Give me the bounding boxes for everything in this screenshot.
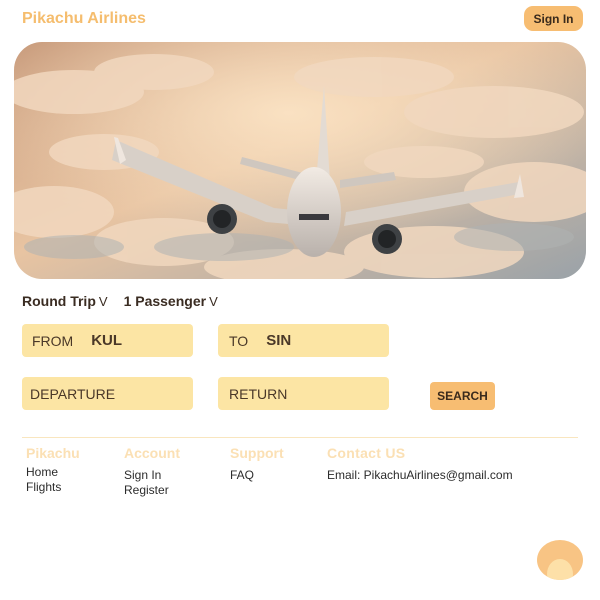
fab-mound [547, 559, 573, 580]
from-field[interactable]: FROM KUL [22, 324, 193, 357]
passenger-dropdown[interactable]: 1 Passenger V [124, 293, 218, 309]
footer-column-account: Account Sign In Register [124, 446, 180, 498]
return-field[interactable]: RETURN [218, 377, 389, 410]
passenger-label: 1 Passenger [123, 293, 207, 309]
to-label: TO [229, 332, 249, 349]
hero-image [14, 42, 586, 279]
footer-column-contact: Contact US Email: PikachuAirlines@gmail.… [327, 446, 513, 483]
footer-link-home[interactable]: Home [26, 465, 80, 480]
pikachu-ear-icon[interactable] [537, 540, 583, 580]
site-header: Pikachu Airlines Sign In [0, 0, 600, 40]
to-field[interactable]: TO SIN [218, 324, 389, 357]
to-value: SIN [266, 332, 292, 349]
return-label: RETURN [229, 385, 288, 402]
footer-heading: Support [230, 445, 284, 461]
departure-field[interactable]: DEPARTURE [22, 377, 193, 410]
footer-link-faq[interactable]: FAQ [230, 468, 284, 483]
footer-heading: Pikachu [26, 445, 80, 461]
chevron-down-icon: V [209, 293, 218, 309]
departure-label: DEPARTURE [30, 385, 116, 402]
trip-options: Round Trip V 1 Passenger V [22, 293, 218, 309]
footer-heading: Account [124, 445, 180, 461]
footer-link-email[interactable]: Email: PikachuAirlines@gmail.com [327, 468, 513, 483]
footer-link-register[interactable]: Register [124, 483, 180, 498]
footer-link-sign-in[interactable]: Sign In [124, 468, 180, 483]
from-value: KUL [91, 332, 123, 349]
footer-column-pikachu: Pikachu Home Flights [26, 446, 80, 495]
from-label: FROM [32, 332, 74, 349]
chevron-down-icon: V [98, 293, 108, 309]
footer-link-flights[interactable]: Flights [26, 480, 80, 495]
airplane-illustration [14, 42, 586, 279]
footer-divider [22, 437, 578, 438]
trip-type-dropdown[interactable]: Round Trip V [22, 293, 108, 309]
footer-column-support: Support FAQ [230, 446, 284, 483]
footer-heading: Contact US [327, 445, 406, 461]
site-logo[interactable]: Pikachu Airlines [22, 10, 146, 28]
sign-in-button[interactable]: Sign In [524, 6, 583, 31]
search-button[interactable]: SEARCH [430, 382, 495, 410]
trip-type-label: Round Trip [22, 293, 96, 309]
